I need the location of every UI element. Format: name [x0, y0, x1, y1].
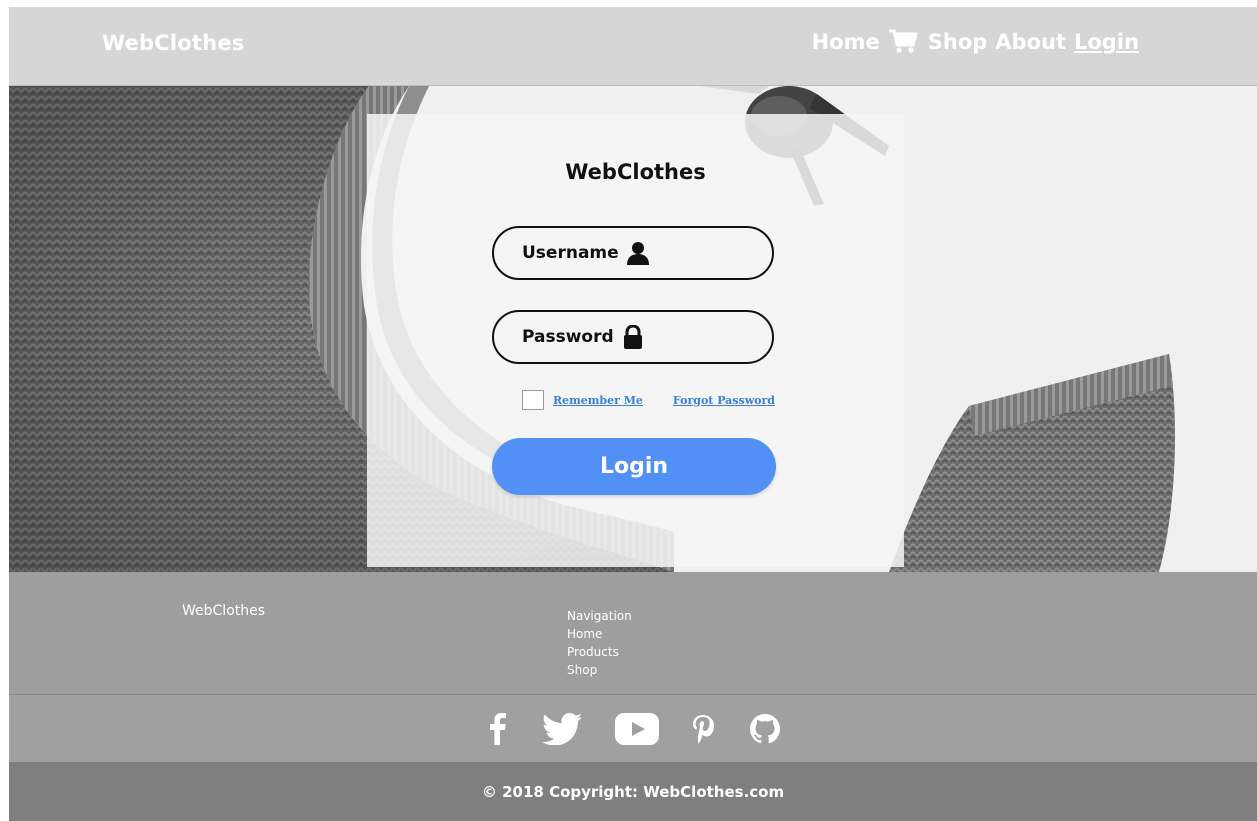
- hero-section: WebClothes Username Password Remember Me…: [9, 86, 1257, 572]
- login-title: WebClothes: [565, 160, 706, 184]
- footer-link-products[interactable]: Products: [567, 643, 632, 661]
- nav-shop-link[interactable]: Shop: [928, 30, 988, 54]
- user-icon: [626, 241, 649, 265]
- nav-about-link[interactable]: About: [995, 30, 1066, 54]
- footer: WebClothes Navigation Home Products Shop: [9, 572, 1257, 695]
- brand-logo[interactable]: WebClothes: [102, 31, 244, 55]
- password-placeholder: Password: [522, 327, 614, 347]
- github-icon[interactable]: [748, 713, 782, 745]
- remember-me-checkbox[interactable]: [522, 390, 544, 410]
- footer-nav-heading: Navigation: [567, 609, 632, 623]
- forgot-password-link[interactable]: Forgot Password: [673, 394, 775, 407]
- top-navbar: WebClothes Home Shop About Login: [9, 7, 1257, 86]
- page: WebClothes Home Shop About Login WebClot…: [9, 7, 1257, 821]
- social-bar: [9, 695, 1257, 762]
- remember-row: Remember Me Forgot Password: [522, 390, 775, 410]
- footer-link-home[interactable]: Home: [567, 625, 632, 643]
- login-button[interactable]: Login: [492, 438, 776, 495]
- login-panel: WebClothes Username Password Remember Me…: [367, 114, 904, 567]
- username-field[interactable]: Username: [492, 226, 774, 280]
- twitter-icon[interactable]: [540, 712, 584, 745]
- copyright-text: © 2018 Copyright: WebClothes.com: [481, 782, 785, 801]
- copyright-bar: © 2018 Copyright: WebClothes.com: [9, 762, 1257, 821]
- password-field[interactable]: Password: [492, 310, 774, 364]
- youtube-icon[interactable]: [614, 712, 660, 745]
- lock-icon: [622, 324, 644, 349]
- footer-brand: WebClothes: [182, 603, 266, 619]
- remember-me-link[interactable]: Remember Me: [553, 394, 643, 407]
- main-nav: Home Shop About Login: [812, 29, 1139, 55]
- nav-login-link[interactable]: Login: [1074, 30, 1139, 54]
- footer-link-shop[interactable]: Shop: [567, 661, 632, 679]
- nav-home-link[interactable]: Home: [812, 30, 880, 54]
- username-placeholder: Username: [522, 243, 619, 263]
- facebook-icon[interactable]: [484, 712, 512, 745]
- pinterest-icon[interactable]: [690, 713, 716, 745]
- shopping-cart-icon[interactable]: [888, 29, 918, 55]
- footer-navigation: Navigation Home Products Shop: [567, 607, 632, 679]
